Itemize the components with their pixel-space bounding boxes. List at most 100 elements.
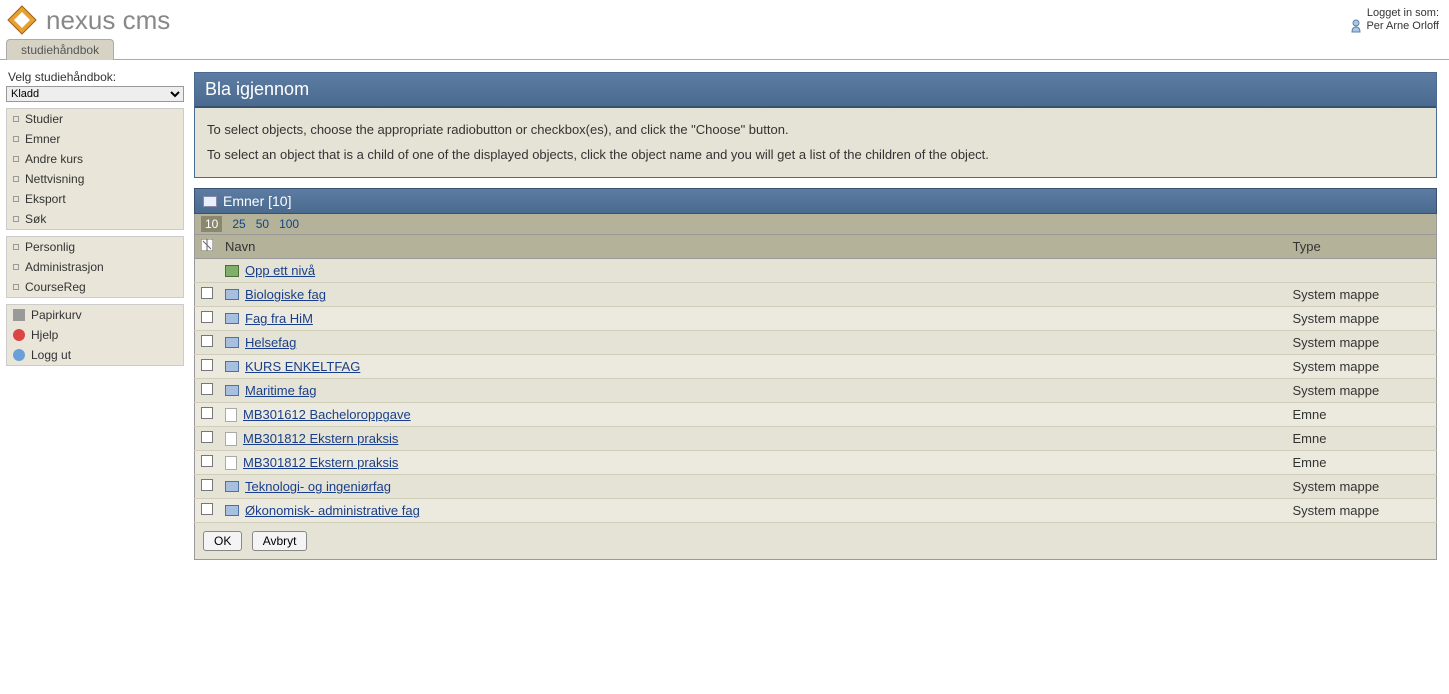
sidebar-item[interactable]: Andre kurs (7, 149, 183, 169)
sidebar-item[interactable]: CourseReg (7, 277, 183, 297)
row-checkbox[interactable] (201, 335, 213, 347)
sidebar-item-label: Personlig (25, 240, 75, 254)
object-link[interactable]: Biologiske fag (245, 287, 326, 302)
object-link[interactable]: MB301812 Ekstern praksis (243, 431, 398, 446)
table-row: Helsefag System mappe (195, 331, 1437, 355)
page-size-option[interactable]: 25 (232, 217, 245, 231)
document-icon (225, 408, 237, 422)
help-line-1: To select objects, choose the appropriat… (207, 118, 1424, 143)
sidebar-item-logout[interactable]: Logg ut (7, 345, 183, 365)
browse-panel: Bla igjennom To select objects, choose t… (194, 72, 1437, 178)
row-checkbox[interactable] (201, 479, 213, 491)
logo-area: nexus cms (6, 4, 170, 36)
sidebar-nav-main: Studier Emner Andre kurs Nettvisning Eksport… (6, 108, 184, 230)
table-row: MB301812 Ekstern praksisEmne (195, 427, 1437, 451)
object-type: System mappe (1287, 475, 1437, 499)
table-row: Økonomisk- administrative fagSystem mapp… (195, 499, 1437, 523)
up-level-link[interactable]: Opp ett nivå (245, 263, 315, 278)
page-size-option[interactable]: 100 (279, 217, 299, 231)
sidebar-item[interactable]: Emner (7, 129, 183, 149)
bullet-icon (13, 216, 19, 222)
row-checkbox[interactable] (201, 359, 213, 371)
sidebar-item[interactable]: Nettvisning (7, 169, 183, 189)
folder-icon (203, 196, 217, 207)
panel-title: Bla igjennom (195, 73, 1436, 108)
row-checkbox[interactable] (201, 287, 213, 299)
trash-icon (13, 309, 25, 321)
object-type: System mappe (1287, 355, 1437, 379)
logged-in-label: Logget in som: (1350, 7, 1439, 19)
row-checkbox[interactable] (201, 431, 213, 443)
tab-studiehandbok[interactable]: studiehåndbok (6, 39, 114, 60)
bullet-icon (13, 244, 19, 250)
user-info: Logget in som: Per Arne Orloff (1350, 7, 1439, 33)
help-line-2: To select an object that is a child of o… (207, 143, 1424, 168)
select-all-header[interactable] (195, 235, 220, 259)
panel-help: To select objects, choose the appropriat… (195, 108, 1436, 177)
sidebar-item-label: Studier (25, 112, 63, 126)
sidebar-item[interactable]: Personlig (7, 237, 183, 257)
folder-icon (225, 289, 239, 300)
object-table: Navn Type Opp ett nivåBiologiske fagSyst… (194, 235, 1437, 523)
folder-icon (225, 337, 239, 348)
button-row: OK Avbryt (194, 523, 1437, 560)
object-type: System mappe (1287, 331, 1437, 355)
bullet-icon (13, 176, 19, 182)
row-checkbox[interactable] (201, 383, 213, 395)
folder-icon (225, 505, 239, 516)
column-type: Type (1287, 235, 1437, 259)
up-level-icon (225, 265, 239, 277)
table-row: KURS ENKELTFAG System mappe (195, 355, 1437, 379)
sidebar-item-label: Nettvisning (25, 172, 84, 186)
sidebar-item-label: Eksport (25, 192, 66, 206)
sidebar-item-label: Andre kurs (25, 152, 83, 166)
sidebar: Velg studiehåndbok: Kladd Studier Emner An… (0, 60, 190, 572)
app-header: nexus cms Logget in som: Per Arne Orloff (0, 0, 1449, 38)
toggle-all-icon (201, 239, 213, 251)
bullet-icon (13, 116, 19, 122)
table-row: MB301612 BacheloroppgaveEmne (195, 403, 1437, 427)
document-icon (225, 432, 237, 446)
object-link[interactable]: MB301612 Bacheloroppgave (243, 407, 411, 422)
object-type: System mappe (1287, 307, 1437, 331)
object-link[interactable]: Maritime fag (245, 383, 317, 398)
object-type: System mappe (1287, 379, 1437, 403)
sidebar-item-label: Søk (25, 212, 46, 226)
sidebar-nav-util: Papirkurv Hjelp Logg ut (6, 304, 184, 366)
cancel-button[interactable]: Avbryt (252, 531, 308, 551)
section-header: Emner [10] (194, 188, 1437, 214)
sidebar-item-label: Hjelp (31, 328, 58, 342)
sidebar-select-label: Velg studiehåndbok: (6, 66, 184, 86)
folder-icon (225, 385, 239, 396)
sidebar-item-help[interactable]: Hjelp (7, 325, 183, 345)
logout-icon (13, 349, 25, 361)
row-checkbox[interactable] (201, 311, 213, 323)
row-checkbox[interactable] (201, 503, 213, 515)
object-link[interactable]: Fag fra HiM (245, 311, 313, 326)
object-link[interactable]: Økonomisk- administrative fag (245, 503, 420, 518)
brand-name: nexus cms (46, 5, 170, 36)
help-icon (13, 329, 25, 341)
object-link[interactable]: KURS ENKELTFAG (245, 359, 360, 374)
sidebar-item[interactable]: Administrasjon (7, 257, 183, 277)
sidebar-item-label: Papirkurv (31, 308, 82, 322)
user-icon (1350, 19, 1362, 33)
object-link[interactable]: Teknologi- og ingeniørfag (245, 479, 391, 494)
row-checkbox[interactable] (201, 407, 213, 419)
row-checkbox[interactable] (201, 455, 213, 467)
user-name: Per Arne Orloff (1366, 20, 1439, 32)
section-title: Emner [10] (223, 193, 291, 209)
bullet-icon (13, 284, 19, 290)
handbook-select[interactable]: Kladd (6, 86, 184, 102)
sidebar-item-trash[interactable]: Papirkurv (7, 305, 183, 325)
object-link[interactable]: Helsefag (245, 335, 296, 350)
sidebar-item[interactable]: Søk (7, 209, 183, 229)
table-row: Teknologi- og ingeniørfag System mappe (195, 475, 1437, 499)
ok-button[interactable]: OK (203, 531, 242, 551)
page-size-option[interactable]: 50 (256, 217, 269, 231)
object-link[interactable]: MB301812 Ekstern praksis (243, 455, 398, 470)
page-size-option[interactable]: 10 (201, 216, 222, 232)
sidebar-item[interactable]: Studier (7, 109, 183, 129)
sidebar-item[interactable]: Eksport (7, 189, 183, 209)
sidebar-item-label: Logg ut (31, 348, 71, 362)
